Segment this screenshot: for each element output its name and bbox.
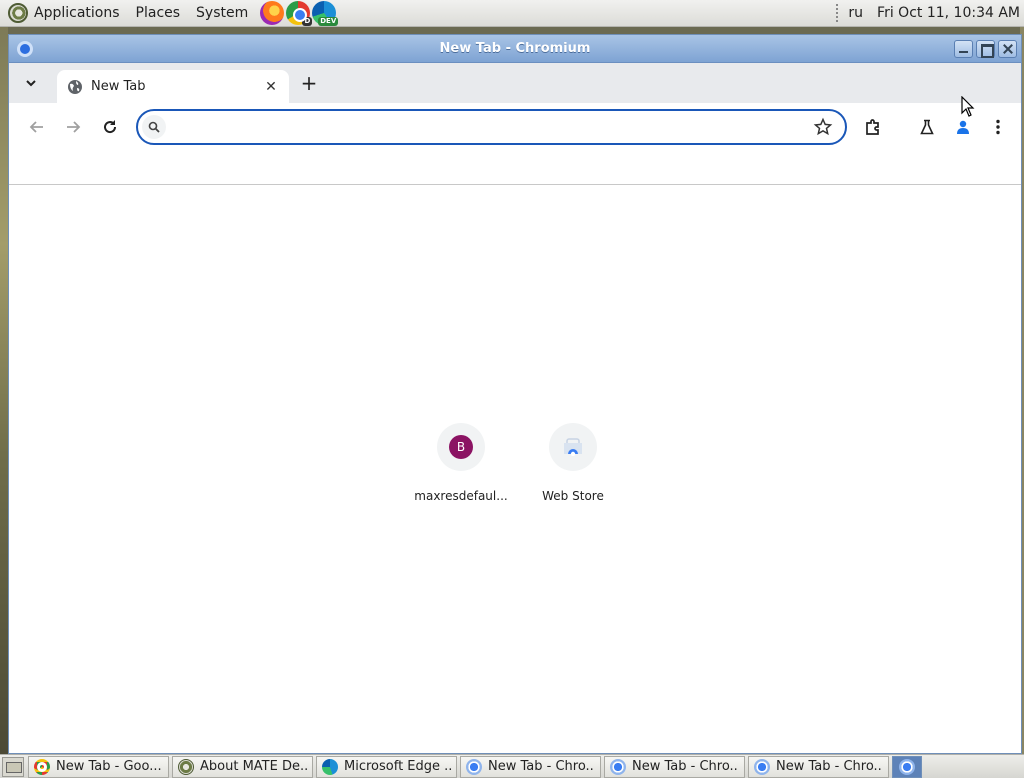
- chromium-icon: [899, 758, 915, 775]
- browser-toolbar: [9, 103, 1021, 151]
- taskbar-item[interactable]: New Tab - Chro...: [748, 755, 889, 778]
- shortcut-label: Web Store: [542, 489, 604, 503]
- address-bar-input[interactable]: [168, 117, 808, 137]
- desktop-background: [0, 26, 8, 754]
- shortcut-icon-container: [549, 423, 597, 471]
- taskbar-item-label: New Tab - Goo...: [56, 759, 162, 774]
- profile-button[interactable]: [951, 115, 975, 139]
- chrome-dev-icon[interactable]: D: [286, 1, 313, 26]
- globe-icon: [68, 79, 82, 94]
- taskbar-item-label: New Tab - Chro...: [488, 759, 595, 774]
- search-icon: [142, 115, 166, 139]
- mate-icon: [178, 758, 194, 775]
- edge-icon: [322, 758, 338, 775]
- new-tab-button[interactable]: +: [299, 73, 319, 94]
- chrome-icon: [34, 758, 50, 775]
- back-button[interactable]: [25, 115, 49, 139]
- chromium-icon: [610, 758, 626, 775]
- tab-search-chevron-icon[interactable]: [23, 75, 39, 91]
- taskbar-item[interactable]: New Tab - Goo...: [28, 755, 169, 778]
- applications-menu-label: Applications: [34, 5, 120, 21]
- new-tab-page: B maxresdefaul... Web Store: [9, 185, 1021, 753]
- show-desktop-button[interactable]: [2, 756, 24, 777]
- reload-button[interactable]: [98, 115, 122, 139]
- top-panel: Applications Places System D DEV ru Fri …: [0, 0, 1024, 27]
- taskbar-item-active[interactable]: [892, 755, 922, 778]
- back-arrow-icon: [29, 121, 43, 133]
- bookmark-star-icon[interactable]: [813, 117, 833, 137]
- firefox-icon[interactable]: [260, 1, 285, 25]
- web-store-icon: [564, 438, 582, 456]
- edge-dev-badge: DEV: [318, 17, 339, 26]
- window-title: New Tab - Chromium: [439, 41, 591, 56]
- forward-button[interactable]: [61, 115, 85, 139]
- taskbar-item-label: Microsoft Edge ...: [344, 759, 451, 774]
- window-titlebar[interactable]: New Tab - Chromium: [9, 35, 1021, 63]
- profile-avatar-icon: [957, 120, 969, 134]
- taskbar-item-label: About MATE De...: [200, 759, 307, 774]
- flask-icon: [920, 119, 934, 135]
- minimize-button[interactable]: [954, 40, 973, 58]
- menu-button[interactable]: [986, 115, 1010, 139]
- tab-new-tab[interactable]: New Tab ✕: [57, 70, 289, 103]
- places-menu-label: Places: [135, 5, 181, 21]
- puzzle-icon: [866, 119, 879, 135]
- maximize-button[interactable]: [976, 40, 995, 58]
- edge-dev-icon[interactable]: DEV: [312, 1, 339, 26]
- keyboard-layout-indicator[interactable]: ru: [848, 5, 863, 21]
- kebab-menu-icon: [996, 119, 1000, 135]
- taskbar-item[interactable]: New Tab - Chro...: [460, 755, 601, 778]
- taskbar-item[interactable]: Microsoft Edge ...: [316, 755, 457, 778]
- bottom-taskbar: New Tab - Goo... About MATE De... Micros…: [0, 754, 1024, 778]
- close-window-button[interactable]: [998, 40, 1017, 58]
- reload-icon: [104, 120, 117, 134]
- chromium-icon: [754, 758, 770, 775]
- system-menu-label: System: [196, 5, 249, 21]
- shortcut-label: maxresdefaul...: [414, 489, 508, 503]
- chromium-window: New Tab - Chromium New Tab ✕ + B maxresd…: [8, 34, 1022, 754]
- taskbar-item[interactable]: About MATE De...: [172, 755, 313, 778]
- system-menu[interactable]: System: [188, 0, 256, 27]
- shortcut-web-store[interactable]: Web Store: [523, 423, 623, 503]
- shortcut-icon-container: B: [437, 423, 485, 471]
- shortcut-tile[interactable]: B maxresdefaul...: [411, 423, 511, 503]
- taskbar-item-label: New Tab - Chro...: [632, 759, 739, 774]
- shortcut-letter-avatar: B: [449, 435, 473, 459]
- panel-right: ru Fri Oct 11, 10:34 AM: [836, 0, 1024, 27]
- tab-title: New Tab: [91, 79, 146, 94]
- omnibox[interactable]: [136, 109, 847, 145]
- chromium-icon: [466, 758, 482, 775]
- mouse-cursor-icon: [961, 96, 975, 117]
- panel-separator: [836, 4, 840, 22]
- launchers: D DEV: [260, 1, 339, 26]
- forward-arrow-icon: [67, 121, 81, 133]
- window-controls: [954, 40, 1017, 58]
- taskbar-item[interactable]: New Tab - Chro...: [604, 755, 745, 778]
- tab-close-icon[interactable]: ✕: [263, 79, 279, 95]
- tab-strip: New Tab ✕ +: [9, 63, 1021, 103]
- taskbar-item-label: New Tab - Chro...: [776, 759, 883, 774]
- bookmarks-bar: [9, 151, 1021, 185]
- applications-menu[interactable]: Applications: [0, 0, 128, 27]
- chrome-dev-badge: D: [302, 17, 313, 26]
- labs-button[interactable]: [915, 115, 939, 139]
- extensions-button[interactable]: [861, 115, 885, 139]
- mate-logo-icon: [8, 3, 28, 23]
- clock[interactable]: Fri Oct 11, 10:34 AM: [877, 5, 1020, 21]
- places-menu[interactable]: Places: [128, 0, 189, 27]
